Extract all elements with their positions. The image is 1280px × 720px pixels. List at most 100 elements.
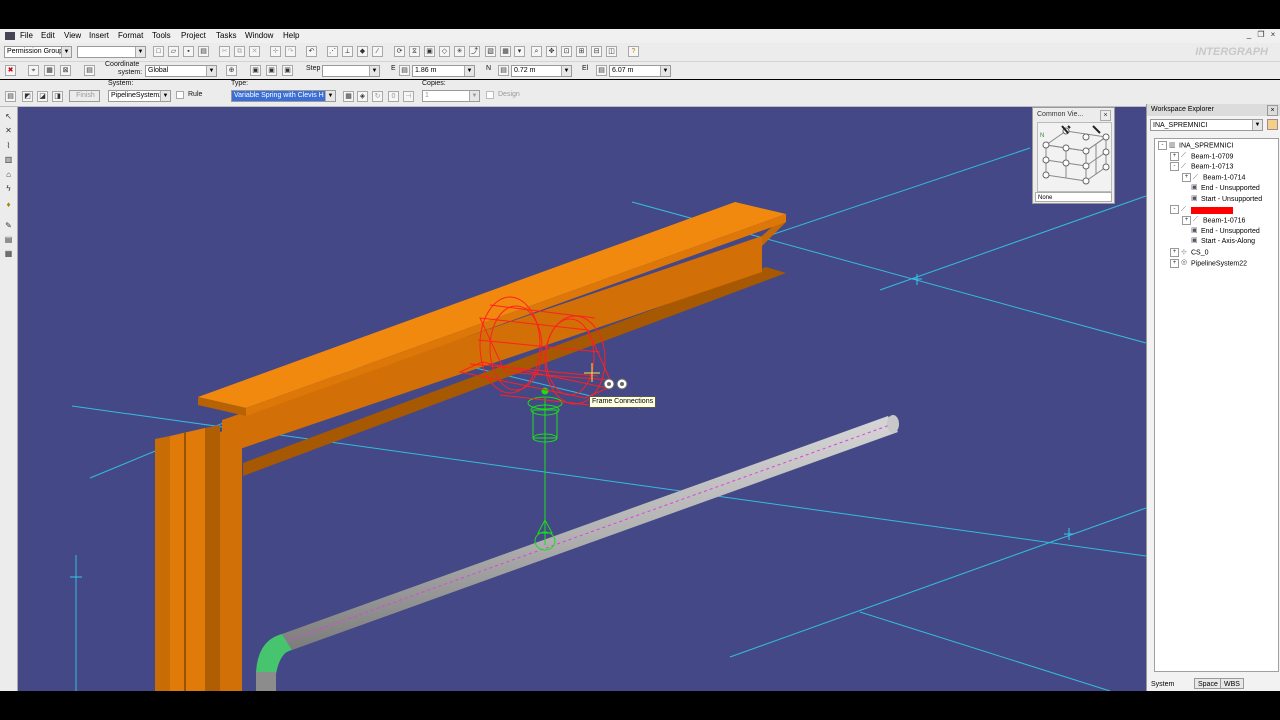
common-views-icon[interactable]: ◫ (606, 46, 617, 57)
graphic-view[interactable] (18, 107, 1146, 691)
expand-icon[interactable]: + (1170, 151, 1179, 161)
locate-icon[interactable]: ⌖ (28, 65, 39, 76)
copy-icon[interactable]: ⧉ (234, 46, 245, 57)
n-field[interactable]: 0.72 m ▼ (511, 65, 572, 77)
chevron-down-icon[interactable]: ▼ (135, 47, 145, 57)
type-select[interactable]: Variable Spring with Clevis H ▼ (231, 90, 336, 102)
lock-mode-1-icon[interactable]: ▣ (250, 65, 261, 76)
close-icon[interactable]: × (1100, 110, 1111, 121)
chevron-down-icon[interactable]: ▾ (514, 46, 525, 57)
tab-wbs[interactable]: WBS (1220, 678, 1244, 689)
copies-field[interactable]: 1 ▼ (422, 90, 480, 102)
properties-icon[interactable]: ▤ (5, 91, 16, 102)
view-selector[interactable]: None (1035, 192, 1112, 202)
rotate-part-icon[interactable]: ↻ (372, 91, 383, 102)
e-lock-icon[interactable]: ▤ (399, 65, 410, 76)
menu-edit[interactable]: Edit (41, 31, 55, 40)
el-lock-icon[interactable]: ▤ (596, 65, 607, 76)
expand-icon[interactable]: + (1182, 215, 1191, 225)
e-field[interactable]: 1.86 m ▼ (412, 65, 475, 77)
menu-insert[interactable]: Insert (89, 31, 109, 40)
cancel-icon[interactable]: ✖ (5, 65, 16, 76)
chevron-down-icon[interactable]: ▼ (61, 47, 71, 57)
assembly-icon[interactable]: ◈ (357, 91, 368, 102)
chevron-down-icon[interactable]: ▼ (464, 66, 474, 76)
tab-system[interactable]: System (1147, 678, 1178, 689)
spring-icon[interactable]: ϟ (3, 183, 14, 194)
chevron-down-icon[interactable]: ▼ (660, 66, 670, 76)
step-select[interactable]: ▼ (322, 65, 380, 77)
expand-icon[interactable]: + (1170, 248, 1179, 257)
app-icon[interactable] (5, 32, 15, 40)
select-location-icon[interactable]: ◨ (52, 91, 63, 102)
edit-icon[interactable]: ✎ (3, 220, 14, 231)
print-icon[interactable]: ▤ (198, 46, 209, 57)
open-icon[interactable]: ▱ (168, 46, 179, 57)
walk-icon[interactable]: ⤴ (469, 46, 480, 57)
expand-icon[interactable]: + (1170, 258, 1179, 268)
delete-icon[interactable]: ✕ (249, 46, 260, 57)
coordinate-tool-icon[interactable]: ⊕ (226, 65, 237, 76)
chevron-down-icon[interactable]: ▼ (561, 66, 571, 76)
restore-icon[interactable]: ❐ (1256, 30, 1266, 40)
fit-icon[interactable]: ⊞ (576, 46, 587, 57)
undo-icon[interactable]: ↶ (306, 46, 317, 57)
grid-icon[interactable]: ▦ (44, 65, 55, 76)
new-icon[interactable]: □ (153, 46, 164, 57)
filter-icon[interactable]: ⧖ (409, 46, 420, 57)
collapse-icon[interactable]: - (1170, 205, 1179, 215)
menu-tasks[interactable]: Tasks (216, 31, 236, 40)
rule-checkbox[interactable] (176, 91, 184, 99)
display-icon[interactable]: ▦ (500, 46, 511, 57)
snap-icon[interactable]: ⊠ (60, 65, 71, 76)
mirror-icon[interactable]: ⊣ (403, 91, 414, 102)
zoom-area-icon[interactable]: ⊡ (561, 46, 572, 57)
redo-icon[interactable]: ↷ (285, 46, 296, 57)
pan-icon[interactable]: ✥ (546, 46, 557, 57)
el-field[interactable]: 6.07 m ▼ (609, 65, 671, 77)
clip-icon[interactable]: ▣ (424, 46, 435, 57)
zoom-icon[interactable]: ⌕ (531, 46, 542, 57)
rotate-icon[interactable]: ✳ (454, 46, 465, 57)
zoom-out-icon[interactable]: ⊟ (591, 46, 602, 57)
refresh-icon[interactable]: ⟳ (394, 46, 405, 57)
hanger-icon[interactable]: ♦ (3, 199, 14, 210)
report-icon[interactable]: ▦ (3, 248, 14, 259)
menu-tools[interactable]: Tools (152, 31, 171, 40)
menu-format[interactable]: Format (118, 31, 143, 40)
render-icon[interactable]: ▧ (485, 46, 496, 57)
permission-group-select[interactable]: Permission Group ▼ (4, 46, 72, 58)
insert-component-icon[interactable]: ⌂ (3, 169, 14, 180)
select-structure-icon[interactable]: ◩ (22, 91, 33, 102)
paste-icon[interactable]: ✛ (270, 46, 281, 57)
lock-mode-3-icon[interactable]: ▣ (282, 65, 293, 76)
collapse-icon[interactable]: - (1158, 141, 1167, 150)
help-icon[interactable]: ? (628, 46, 639, 57)
filter-select[interactable]: ▼ (77, 46, 146, 58)
tree-item[interactable]: + ⊹ CS_0 (1170, 248, 1209, 258)
tree-item[interactable]: - ⟋ Beam-1-0713 (1170, 162, 1233, 172)
tree-item[interactable]: + ⟋ Beam-1-0714 (1182, 173, 1245, 183)
chevron-down-icon[interactable]: ▼ (160, 91, 170, 101)
chevron-down-icon[interactable]: ▼ (369, 66, 379, 76)
point-along-icon[interactable]: ∕ (372, 46, 383, 57)
design-checkbox[interactable] (486, 91, 494, 99)
pinpoint-icon[interactable]: ◆ (357, 46, 368, 57)
menu-file[interactable]: File (20, 31, 33, 40)
view-cube[interactable]: N (1037, 122, 1112, 192)
cut-icon[interactable]: ✂ (219, 46, 230, 57)
view-icon[interactable]: ◇ (439, 46, 450, 57)
menu-project[interactable]: Project (181, 31, 206, 40)
part-icon[interactable]: ▦ (343, 91, 354, 102)
chevron-down-icon[interactable]: ▼ (1252, 120, 1262, 130)
flip-icon[interactable]: 0 (388, 91, 399, 102)
minimize-icon[interactable]: _ (1244, 30, 1254, 40)
tree-item[interactable]: - ▥ INA_SPREMNICI (1158, 141, 1233, 151)
system-select[interactable]: PipelineSystem2 ▼ (108, 90, 171, 102)
select-route-icon[interactable]: ◪ (37, 91, 48, 102)
menu-help[interactable]: Help (283, 31, 299, 40)
close-icon[interactable]: × (1267, 105, 1278, 116)
select-icon[interactable]: ⋰ (327, 46, 338, 57)
menu-view[interactable]: View (64, 31, 81, 40)
place-icon[interactable]: ✕ (3, 125, 14, 136)
